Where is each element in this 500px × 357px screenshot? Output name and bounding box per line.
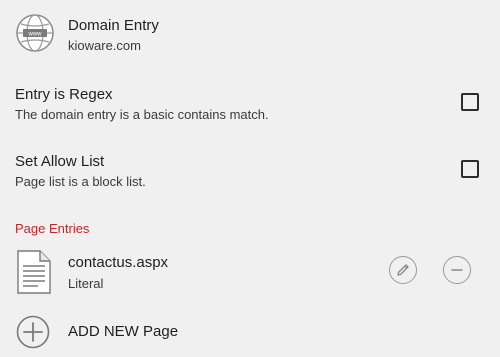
pencil-icon (397, 264, 409, 276)
page-entry-name: contactus.aspx (68, 254, 169, 271)
add-new-page-label: ADD NEW Page (68, 323, 179, 340)
plus-circle-icon (16, 315, 50, 349)
globe-www-icon: www (16, 14, 54, 52)
regex-setting-row[interactable]: Entry is Regex The domain entry is a bas… (0, 84, 500, 124)
domain-entry-value: kioware.com (68, 38, 141, 53)
domain-entry-row[interactable]: www Domain Entry kioware.com (0, 12, 500, 58)
regex-setting-title: Entry is Regex (15, 86, 113, 103)
page-entry-type: Literal (68, 276, 104, 291)
svg-text:www: www (28, 32, 43, 38)
regex-checkbox[interactable] (461, 93, 479, 111)
add-new-page-button[interactable]: ADD NEW Page (0, 314, 500, 350)
domain-entry-title: Domain Entry (68, 17, 159, 34)
list-item[interactable]: contactus.aspx Literal (0, 247, 500, 295)
regex-setting-description: The domain entry is a basic contains mat… (15, 107, 269, 122)
page-entries-header: Page Entries (15, 221, 90, 236)
allow-list-setting-title: Set Allow List (15, 153, 105, 170)
allow-list-setting-row[interactable]: Set Allow List Page list is a block list… (0, 152, 500, 192)
minus-icon (451, 269, 463, 271)
edit-entry-button[interactable] (389, 256, 417, 284)
allow-list-checkbox[interactable] (461, 160, 479, 178)
document-icon (17, 250, 51, 294)
remove-entry-button[interactable] (443, 256, 471, 284)
allow-list-setting-description: Page list is a block list. (15, 174, 146, 189)
